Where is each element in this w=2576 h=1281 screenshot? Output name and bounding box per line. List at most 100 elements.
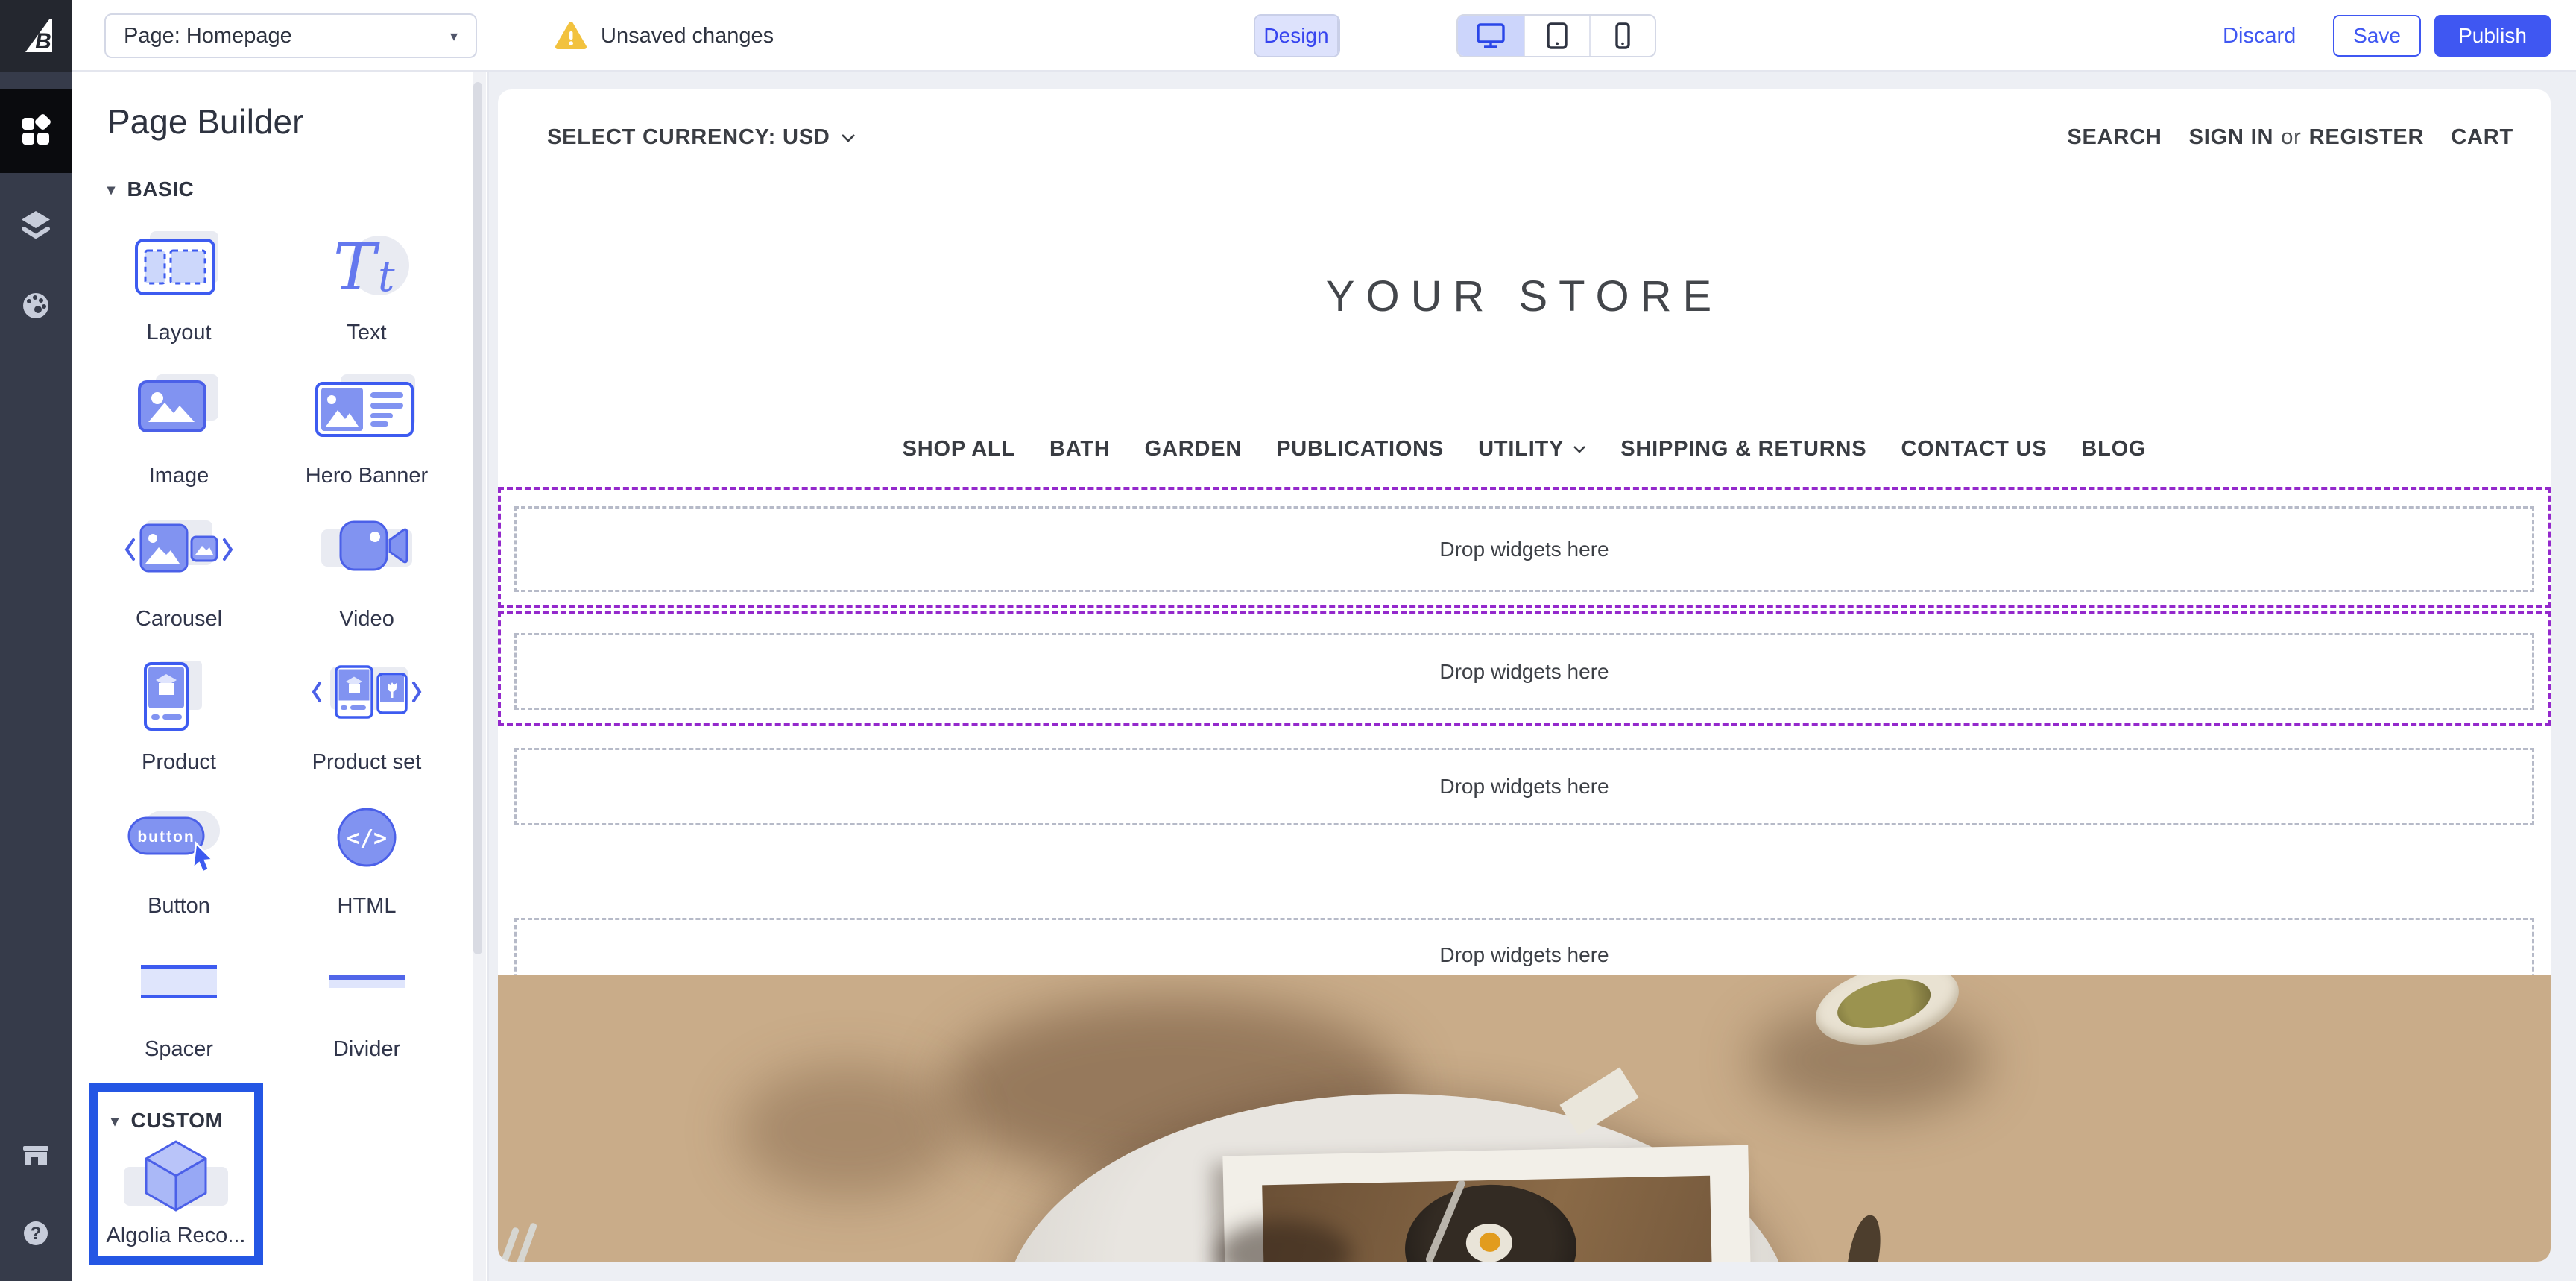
warning-icon [555,22,587,49]
design-mode-button[interactable]: Design [1255,16,1339,56]
rail-item-store[interactable] [0,1115,72,1199]
widget-label: Spacer [145,1037,213,1061]
search-link[interactable]: SEARCH [2067,125,2162,150]
nav-shipping-returns[interactable]: SHIPPING & RETURNS [1620,437,1866,462]
html-widget-icon: </> [311,805,423,876]
drop-zone-label: Drop widgets here [1439,943,1609,966]
nav-contact-us[interactable]: CONTACT US [1901,437,2047,462]
caret-down-icon: ▾ [111,1112,119,1130]
widget-tile-algolia-recommend[interactable]: Algolia Reco... [98,1134,254,1248]
bigcommerce-logo[interactable]: B [0,0,72,72]
fork-shape [498,1227,520,1262]
widget-tile-image[interactable]: Image [92,374,265,488]
widget-tile-video[interactable]: Video [280,517,453,632]
widget-tile-layout[interactable]: Layout [92,231,265,345]
widget-tile-carousel[interactable]: Carousel [92,517,265,632]
panel-scrollbar-thumb[interactable] [473,82,482,954]
widget-label: Layout [146,321,212,344]
help-icon: ? [24,1221,48,1245]
desktop-icon [1477,23,1505,48]
nav-bath[interactable]: BATH [1049,437,1111,462]
yolk-shape [1479,1232,1501,1253]
layout-widget-icon [123,231,235,303]
widget-tile-product[interactable]: Product [92,661,265,775]
drop-zone-3[interactable]: Drop widgets here [514,748,2534,825]
hero-image [498,975,2551,1262]
svg-text:t: t [378,253,395,301]
tablet-icon [1547,22,1568,49]
divider-widget-icon [311,948,423,1019]
widget-tile-text[interactable]: T t Text [280,231,453,345]
spacer-widget-icon [123,948,235,1019]
button-widget-icon: button [123,805,235,876]
desktop-device-button[interactable] [1458,16,1524,56]
svg-text:?: ? [31,1224,42,1244]
storefront-canvas: SELECT CURRENCY: USD SEARCH SIGN IN or R… [498,89,2551,1262]
widget-label: Divider [332,1037,401,1061]
chevron-down-icon [841,133,855,142]
drop-zone-label: Drop widgets here [1439,537,1609,561]
knife-shape [1840,1212,1887,1262]
register-link[interactable]: REGISTER [2309,125,2425,150]
nav-garden[interactable]: GARDEN [1145,437,1242,462]
product-widget-icon [123,661,235,732]
drop-zone-label: Drop widgets here [1439,659,1609,683]
egg-shape [1465,1223,1513,1262]
widget-label: Hero Banner [305,464,429,488]
nav-shop-all[interactable]: SHOP ALL [903,437,1015,462]
bigcommerce-logo-icon: B [25,19,52,54]
widget-label: Product [142,750,216,774]
widget-label: Carousel [135,607,223,631]
panel-title: Page Builder [107,102,304,141]
section-basic[interactable]: ▾ BASIC [107,177,194,201]
nav-blog[interactable]: BLOG [2081,437,2146,462]
preview-area: SELECT CURRENCY: USD SEARCH SIGN IN or R… [489,72,2576,1281]
nav-utility[interactable]: UTILITY [1478,437,1586,462]
sign-in-link[interactable]: SIGN IN [2189,125,2274,150]
store-main-nav: SHOP ALL BATH GARDEN PUBLICATIONS UTILIT… [498,434,2551,464]
widgets-icon [22,114,51,145]
widget-label: Video [339,607,394,631]
currency-label: SELECT CURRENCY: USD [547,125,830,149]
publish-button[interactable]: Publish [2434,15,2551,57]
carousel-widget-icon [123,517,235,589]
rail-item-help[interactable]: ? [0,1192,72,1275]
page-selector[interactable]: Page: Homepage ▾ [104,13,477,58]
widget-tile-html[interactable]: </> HTML [280,805,453,919]
page-builder-panel: Page Builder ▾ BASIC Layout T t Text Ima… [72,72,489,1281]
drop-zone-2[interactable]: Drop widgets here [514,633,2534,710]
discard-button[interactable]: Discard [2223,0,2296,72]
section-custom[interactable]: ▾ CUSTOM [111,1109,254,1133]
account-links: SIGN IN or REGISTER [2189,125,2425,150]
cart-link[interactable]: CART [2451,125,2513,150]
widget-tile-divider[interactable]: Divider [280,948,453,1062]
widget-tile-hero-banner[interactable]: Hero Banner [280,374,453,488]
widget-tile-spacer[interactable]: Spacer [92,948,265,1062]
algolia-recommend-widget-icon [116,1134,236,1218]
widget-tile-product-set[interactable]: Product set [280,661,453,775]
unsaved-changes-status: Unsaved changes [555,0,774,72]
shadow-shape [736,1064,960,1198]
page-builder-app: B ? Page: Homepage ▾ Unsaved changes Des… [0,0,2576,1281]
cup-interior-shape [1832,975,1936,1037]
widget-label: Product set [312,750,422,774]
drop-zone-label: Drop widgets here [1439,775,1609,798]
mobile-device-button[interactable] [1589,16,1655,56]
utility-nav: SEARCH SIGN IN or REGISTER CART [2067,125,2513,150]
currency-selector[interactable]: SELECT CURRENCY: USD [547,125,856,150]
section-custom-label: CUSTOM [130,1109,224,1132]
or-text: or [2281,125,2302,149]
tablet-device-button[interactable] [1524,16,1589,56]
drop-zone-1[interactable]: Drop widgets here [514,506,2534,592]
save-button[interactable]: Save [2333,15,2421,57]
svg-text:B: B [35,29,51,54]
rail-item-layers[interactable] [0,183,72,267]
widget-tile-button[interactable]: button Button [92,805,265,919]
rail-item-widgets[interactable] [0,89,72,173]
store-logo-text[interactable]: YOUR STORE [498,271,2551,321]
nav-publications[interactable]: PUBLICATIONS [1276,437,1444,462]
device-preview-toggle [1456,14,1656,57]
rail-item-theme[interactable] [0,264,72,347]
caret-down-icon: ▾ [107,181,116,198]
page-selector-value: Page: Homepage [124,23,292,48]
